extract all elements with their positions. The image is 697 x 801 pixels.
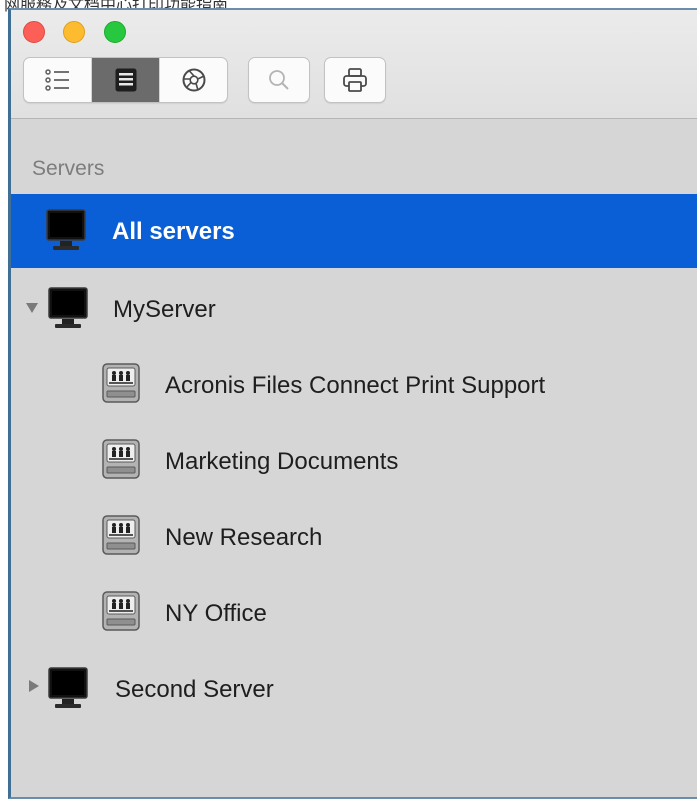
search-icon bbox=[269, 70, 289, 90]
monitor-icon bbox=[48, 667, 88, 708]
monitor-icon bbox=[46, 209, 86, 250]
zoom-window-button[interactable] bbox=[104, 21, 126, 43]
monitor-icon bbox=[48, 287, 88, 328]
list-view-button[interactable] bbox=[24, 58, 92, 102]
shared-volume-icon bbox=[102, 363, 140, 403]
sidebar-item-share[interactable]: Marketing Documents bbox=[11, 422, 697, 496]
sidebar-item-share[interactable]: Acronis Files Connect Print Support bbox=[11, 346, 697, 420]
sidebar-item-share[interactable]: NY Office bbox=[11, 574, 697, 648]
close-window-button[interactable] bbox=[23, 21, 45, 43]
sidebar-item-share[interactable]: New Research bbox=[11, 498, 697, 572]
sidebar-item-label: All servers bbox=[112, 218, 235, 245]
shared-volume-icon bbox=[102, 591, 140, 631]
sidebar-item-label: Second Server bbox=[115, 676, 274, 703]
sidebar-item-second-server[interactable]: Second Server bbox=[11, 650, 697, 724]
sidebar-item-all-servers[interactable]: All servers bbox=[11, 194, 697, 268]
sidebar-section-header: Servers bbox=[32, 157, 105, 180]
list-view-icon bbox=[44, 69, 69, 91]
titlebar bbox=[11, 10, 697, 119]
print-icon bbox=[343, 68, 367, 92]
shared-volume-icon bbox=[102, 439, 140, 479]
disclosure-expanded-icon[interactable] bbox=[26, 303, 38, 313]
network-view-icon bbox=[182, 68, 205, 92]
print-button[interactable] bbox=[324, 57, 386, 103]
network-view-button[interactable] bbox=[160, 58, 227, 102]
view-mode-segmented-control bbox=[23, 57, 228, 103]
sidebar-item-label: NY Office bbox=[165, 600, 267, 627]
app-window: Servers All servers MyServer Acronis Fil… bbox=[8, 8, 697, 799]
sidebar: Servers All servers MyServer Acronis Fil… bbox=[11, 119, 697, 797]
sidebar-item-label: Marketing Documents bbox=[165, 448, 399, 475]
minimize-window-button[interactable] bbox=[63, 21, 85, 43]
sidebar-item-label: Acronis Files Connect Print Support bbox=[165, 372, 546, 399]
disclosure-collapsed-icon[interactable] bbox=[29, 680, 39, 692]
sidebar-item-label: MyServer bbox=[113, 296, 216, 323]
search-button[interactable] bbox=[248, 57, 310, 103]
sidebar-item-label: New Research bbox=[165, 524, 323, 551]
server-view-icon bbox=[115, 68, 136, 92]
shared-volume-icon bbox=[102, 515, 140, 555]
server-view-button[interactable] bbox=[92, 58, 160, 102]
sidebar-item-myserver[interactable]: MyServer bbox=[11, 270, 697, 344]
